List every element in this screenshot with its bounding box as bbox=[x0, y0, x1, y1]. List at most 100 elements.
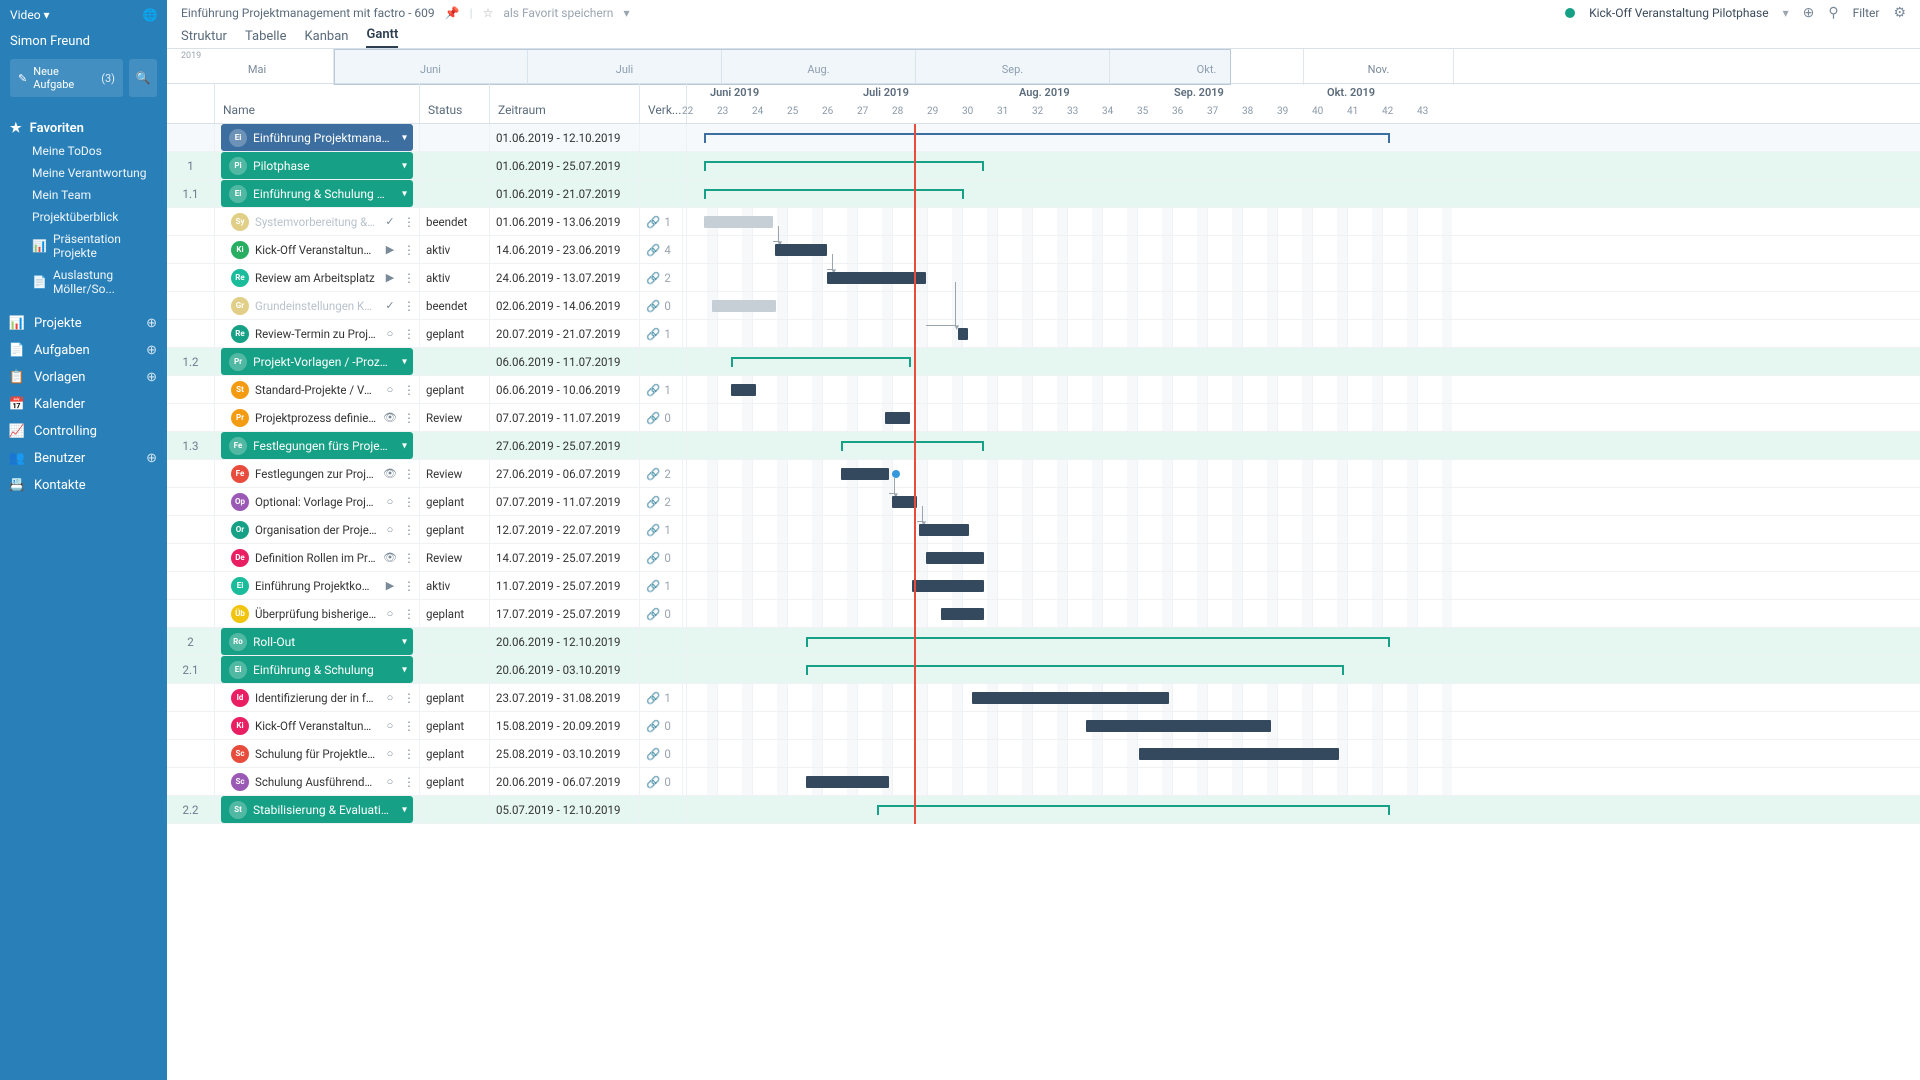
gantt-bar[interactable] bbox=[704, 216, 773, 228]
more-icon[interactable]: ⋮ bbox=[403, 719, 413, 733]
name-cell[interactable]: KiKick-Off Veranstaltung Pilo...▶⋮ bbox=[215, 236, 420, 263]
task-row[interactable]: ScSchulung für Projektleiter &...○⋮gepla… bbox=[167, 740, 1920, 768]
group-row[interactable]: 1.1EiEinführung & Schulung Pilotteam▾01.… bbox=[167, 180, 1920, 208]
plus-icon[interactable]: ⊕ bbox=[146, 370, 157, 385]
chevron-down-icon[interactable]: ▾ bbox=[1783, 6, 1789, 20]
chevron-down-icon[interactable]: ▾ bbox=[402, 664, 407, 675]
task-row[interactable]: OrOrganisation der Projektlist...○⋮gepla… bbox=[167, 516, 1920, 544]
workspace-selector[interactable]: Video ▾ bbox=[10, 8, 137, 22]
more-icon[interactable]: ⋮ bbox=[403, 691, 413, 705]
group-row[interactable]: 1.3FeFestlegungen fürs Projektmana...▾27… bbox=[167, 432, 1920, 460]
tab-kanban[interactable]: Kanban bbox=[305, 29, 349, 48]
gantt-bar[interactable] bbox=[806, 776, 889, 788]
name-cell[interactable]: ReReview-Termin zu Projektpl...○⋮ bbox=[215, 320, 420, 347]
more-icon[interactable]: ⋮ bbox=[403, 523, 413, 537]
chevron-down-icon[interactable]: ▾ bbox=[402, 188, 407, 199]
sidebar-nav-controlling[interactable]: 📈Controlling bbox=[0, 418, 167, 445]
task-row[interactable]: SySystemvorbereitung & Begl...✓⋮beendet0… bbox=[167, 208, 1920, 236]
col-name[interactable]: Name bbox=[215, 84, 420, 123]
more-icon[interactable]: ⋮ bbox=[403, 271, 413, 285]
sidebar-nav-projekte[interactable]: 📊Projekte⊕ bbox=[0, 310, 167, 337]
col-links[interactable]: Verk... bbox=[640, 84, 687, 123]
group-bracket[interactable] bbox=[877, 805, 1390, 811]
name-cell[interactable]: OpOptional: Vorlage Projekt-S...○⋮ bbox=[215, 488, 420, 515]
timeline-month[interactable]: Mai bbox=[181, 49, 334, 85]
task-row[interactable]: ReReview am Arbeitsplatz▶⋮aktiv24.06.201… bbox=[167, 264, 1920, 292]
chevron-down-icon[interactable]: ▾ bbox=[623, 6, 629, 20]
timeline-selection[interactable] bbox=[334, 49, 1231, 85]
name-cell[interactable]: PrProjektprozess definieren👁⋮ bbox=[215, 404, 420, 431]
save-favorite[interactable]: als Favorit speichern bbox=[503, 6, 613, 20]
task-row[interactable]: DeDefinition Rollen im Projekt👁⋮Review14… bbox=[167, 544, 1920, 572]
timeline-month[interactable]: Nov. bbox=[1304, 49, 1454, 85]
add-circle-icon[interactable]: ⊕ bbox=[1803, 5, 1815, 21]
plus-icon[interactable]: ⊕ bbox=[146, 343, 157, 358]
gantt-bar[interactable] bbox=[841, 468, 889, 480]
gantt-bar[interactable] bbox=[712, 300, 776, 312]
name-cell[interactable]: DeDefinition Rollen im Projekt👁⋮ bbox=[215, 544, 420, 571]
group-bracket[interactable] bbox=[731, 357, 911, 363]
gantt-bar[interactable] bbox=[827, 272, 926, 284]
group-bracket[interactable] bbox=[841, 441, 984, 447]
gantt-bar[interactable] bbox=[1086, 720, 1271, 732]
sidebar-nav-vorlagen[interactable]: 📋Vorlagen⊕ bbox=[0, 364, 167, 391]
filter-icon[interactable]: ⚲ bbox=[1828, 5, 1838, 21]
gantt-bar[interactable] bbox=[912, 580, 984, 592]
task-row[interactable]: GrGrundeinstellungen Kalend...✓⋮beendet0… bbox=[167, 292, 1920, 320]
group-bracket[interactable] bbox=[806, 665, 1344, 671]
group-bracket[interactable] bbox=[704, 161, 984, 167]
more-icon[interactable]: ⋮ bbox=[403, 607, 413, 621]
col-status[interactable]: Status bbox=[420, 84, 490, 123]
comment-dot-icon[interactable] bbox=[892, 470, 900, 478]
name-cell[interactable]: ScSchulung Ausführende / Pr...○⋮ bbox=[215, 768, 420, 795]
more-icon[interactable]: ⋮ bbox=[403, 579, 413, 593]
globe-icon[interactable]: 🌐 bbox=[143, 8, 157, 22]
gantt-bar[interactable] bbox=[972, 692, 1169, 704]
col-date[interactable]: Zeitraum bbox=[490, 84, 640, 123]
name-cell[interactable]: EiEinführung & Schulung▾ bbox=[215, 656, 420, 683]
name-cell[interactable]: ReReview am Arbeitsplatz▶⋮ bbox=[215, 264, 420, 291]
group-row[interactable]: 1.2PrProjekt-Vorlagen / -Prozess ent...▾… bbox=[167, 348, 1920, 376]
favorites-header[interactable]: ★Favoriten bbox=[10, 117, 157, 140]
current-task-label[interactable]: Kick-Off Veranstaltung Pilotphase bbox=[1589, 6, 1769, 20]
name-cell[interactable]: OrOrganisation der Projektlist...○⋮ bbox=[215, 516, 420, 543]
more-icon[interactable]: ⋮ bbox=[403, 495, 413, 509]
sidebar-fav-item[interactable]: Mein Team bbox=[10, 184, 157, 206]
task-row[interactable]: KiKick-Off Veranstaltung Pilo...▶⋮aktiv1… bbox=[167, 236, 1920, 264]
star-outline-icon[interactable]: ☆ bbox=[483, 6, 494, 20]
more-icon[interactable]: ⋮ bbox=[403, 747, 413, 761]
sidebar-fav-item[interactable]: Meine ToDos bbox=[10, 140, 157, 162]
sidebar-nav-benutzer[interactable]: 👥Benutzer⊕ bbox=[0, 445, 167, 472]
more-icon[interactable]: ⋮ bbox=[403, 467, 413, 481]
gantt-bar[interactable] bbox=[941, 608, 984, 620]
chevron-down-icon[interactable]: ▾ bbox=[402, 804, 407, 815]
sidebar-fav-doc[interactable]: 📊Präsentation Projekte bbox=[10, 228, 157, 264]
tab-gantt[interactable]: Gantt bbox=[366, 27, 398, 48]
name-cell[interactable]: EiEinführung Projektkommuni...▶⋮ bbox=[215, 572, 420, 599]
sidebar-nav-kalender[interactable]: 📅Kalender bbox=[0, 391, 167, 418]
breadcrumb[interactable]: Einführung Projektmanagement mit factro … bbox=[181, 6, 435, 20]
more-icon[interactable]: ⋮ bbox=[403, 775, 413, 789]
chevron-down-icon[interactable]: ▾ bbox=[402, 440, 407, 451]
gear-icon[interactable]: ⚙ bbox=[1893, 5, 1906, 21]
gantt-bar[interactable] bbox=[731, 384, 756, 396]
tab-tabelle[interactable]: Tabelle bbox=[245, 29, 287, 48]
gantt-bar[interactable] bbox=[1139, 748, 1339, 760]
timeline-overview[interactable]: 2019 MaiJuniJuliAug.Sep.Okt.Nov. bbox=[167, 48, 1920, 84]
name-cell[interactable]: PrProjekt-Vorlagen / -Prozess ent...▾ bbox=[215, 348, 420, 375]
name-cell[interactable]: IdIdentifizierung der in factro ...○⋮ bbox=[215, 684, 420, 711]
task-row[interactable]: StStandard-Projekte / Vorlag...○⋮geplant… bbox=[167, 376, 1920, 404]
gantt-bar[interactable] bbox=[885, 412, 910, 424]
name-cell[interactable]: EiEinführung Projektmanagement ...▾ bbox=[215, 124, 420, 151]
gantt-bar[interactable] bbox=[919, 524, 969, 536]
more-icon[interactable]: ⋮ bbox=[403, 411, 413, 425]
name-cell[interactable]: SySystemvorbereitung & Begl...✓⋮ bbox=[215, 208, 420, 235]
name-cell[interactable]: StStabilisierung & Evaluation▾ bbox=[215, 796, 420, 823]
sidebar-fav-item[interactable]: Meine Verantwortung bbox=[10, 162, 157, 184]
task-row[interactable]: PrProjektprozess definieren👁⋮Review07.07… bbox=[167, 404, 1920, 432]
group-bracket[interactable] bbox=[704, 133, 1390, 139]
name-cell[interactable]: StStandard-Projekte / Vorlag...○⋮ bbox=[215, 376, 420, 403]
more-icon[interactable]: ⋮ bbox=[403, 215, 413, 229]
task-row[interactable]: ReReview-Termin zu Projektpl...○⋮geplant… bbox=[167, 320, 1920, 348]
task-row[interactable]: ÜbÜberprüfung bisheriger Pro...○⋮geplant… bbox=[167, 600, 1920, 628]
